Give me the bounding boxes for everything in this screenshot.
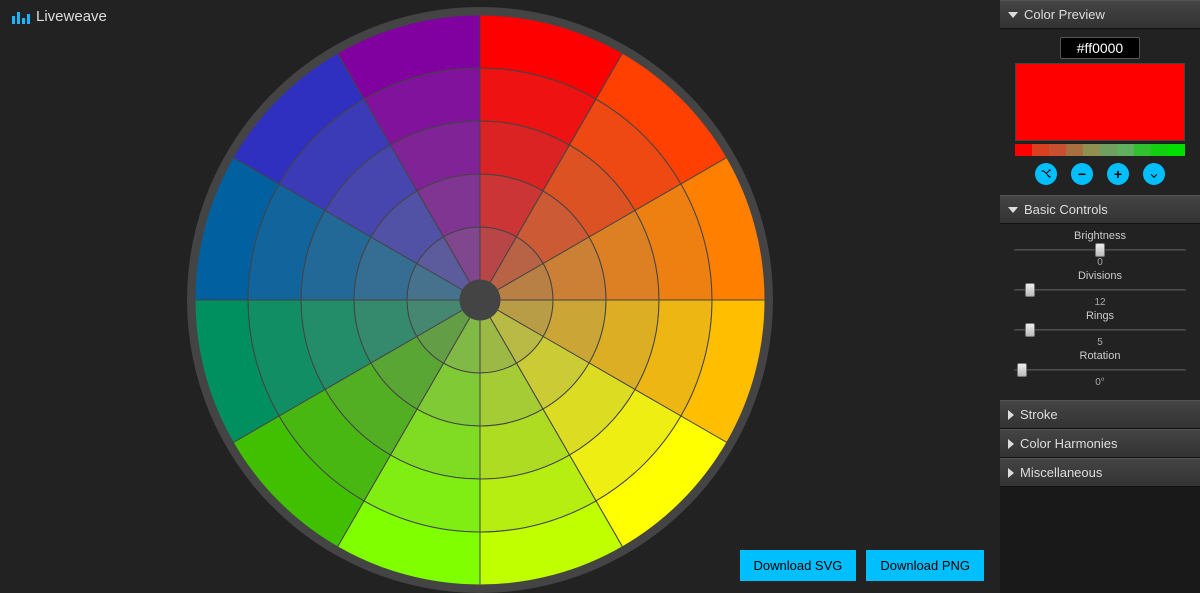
panel-header-harmonies[interactable]: Color Harmonies bbox=[1000, 429, 1200, 458]
control-value: 0 bbox=[1097, 257, 1103, 268]
control-label: Brightness bbox=[1074, 230, 1126, 242]
down-arrow-button[interactable] bbox=[1143, 163, 1165, 185]
arrow-down-icon bbox=[1148, 168, 1160, 180]
harmony-swatch[interactable] bbox=[1134, 144, 1151, 156]
panel-title: Color Harmonies bbox=[1020, 436, 1118, 451]
harmony-swatch-row bbox=[1015, 144, 1185, 156]
main-canvas-area: Liveweave Download SVG Download PNG bbox=[0, 0, 1000, 593]
download-svg-button[interactable]: Download SVG bbox=[740, 550, 857, 581]
control-label: Divisions bbox=[1078, 270, 1122, 282]
divisions-slider[interactable] bbox=[1013, 284, 1187, 296]
harmony-swatch[interactable] bbox=[1049, 144, 1066, 156]
chevron-right-icon bbox=[1008, 468, 1014, 478]
control-rings: Rings 5 bbox=[1010, 310, 1190, 348]
brand-label: Liveweave bbox=[36, 8, 107, 25]
sidebar: Color Preview #ff0000 − + Basic Controls… bbox=[1000, 0, 1200, 593]
chevron-down-icon bbox=[1008, 12, 1018, 18]
download-buttons: Download SVG Download PNG bbox=[740, 550, 1001, 581]
panel-header-stroke[interactable]: Stroke bbox=[1000, 400, 1200, 429]
preview-action-row: − + bbox=[1035, 163, 1165, 185]
harmony-swatch[interactable] bbox=[1066, 144, 1083, 156]
panel-title: Basic Controls bbox=[1024, 202, 1108, 217]
rings-slider[interactable] bbox=[1013, 324, 1187, 336]
hex-value[interactable]: #ff0000 bbox=[1060, 37, 1140, 59]
harmony-swatch[interactable] bbox=[1168, 144, 1185, 156]
panel-header-misc[interactable]: Miscellaneous bbox=[1000, 458, 1200, 487]
panel-body-color-preview: #ff0000 − + bbox=[1000, 29, 1200, 195]
minus-button[interactable]: − bbox=[1071, 163, 1093, 185]
brightness-slider[interactable] bbox=[1013, 244, 1187, 256]
panel-header-color-preview[interactable]: Color Preview bbox=[1000, 0, 1200, 29]
harmony-swatch[interactable] bbox=[1100, 144, 1117, 156]
harmony-swatch[interactable] bbox=[1151, 144, 1168, 156]
harmony-swatch[interactable] bbox=[1117, 144, 1134, 156]
harmony-swatch[interactable] bbox=[1083, 144, 1100, 156]
color-swatch-large bbox=[1015, 63, 1185, 141]
control-rotation: Rotation 0° bbox=[1010, 350, 1190, 388]
plus-button[interactable]: + bbox=[1107, 163, 1129, 185]
brand-logo-icon bbox=[12, 10, 30, 24]
harmony-swatch[interactable] bbox=[1032, 144, 1049, 156]
control-brightness: Brightness 0 bbox=[1010, 230, 1190, 268]
color-wheel[interactable] bbox=[180, 0, 780, 593]
panel-header-basic-controls[interactable]: Basic Controls bbox=[1000, 195, 1200, 224]
shuffle-button[interactable] bbox=[1035, 163, 1057, 185]
panel-title: Miscellaneous bbox=[1020, 465, 1102, 480]
panel-title: Stroke bbox=[1020, 407, 1058, 422]
chevron-right-icon bbox=[1008, 410, 1014, 420]
control-value: 0° bbox=[1095, 377, 1105, 388]
control-value: 12 bbox=[1094, 297, 1105, 308]
rotation-slider[interactable] bbox=[1013, 364, 1187, 376]
chevron-right-icon bbox=[1008, 439, 1014, 449]
panel-body-basic-controls: Brightness 0 Divisions 12 Rings 5 Rotati… bbox=[1000, 224, 1200, 400]
control-value: 5 bbox=[1097, 337, 1103, 348]
control-label: Rings bbox=[1086, 310, 1114, 322]
brand: Liveweave bbox=[12, 8, 107, 25]
panel-title: Color Preview bbox=[1024, 7, 1105, 22]
control-label: Rotation bbox=[1080, 350, 1121, 362]
shuffle-icon bbox=[1040, 168, 1052, 180]
control-divisions: Divisions 12 bbox=[1010, 270, 1190, 308]
harmony-swatch[interactable] bbox=[1015, 144, 1032, 156]
chevron-down-icon bbox=[1008, 207, 1018, 213]
download-png-button[interactable]: Download PNG bbox=[866, 550, 984, 581]
